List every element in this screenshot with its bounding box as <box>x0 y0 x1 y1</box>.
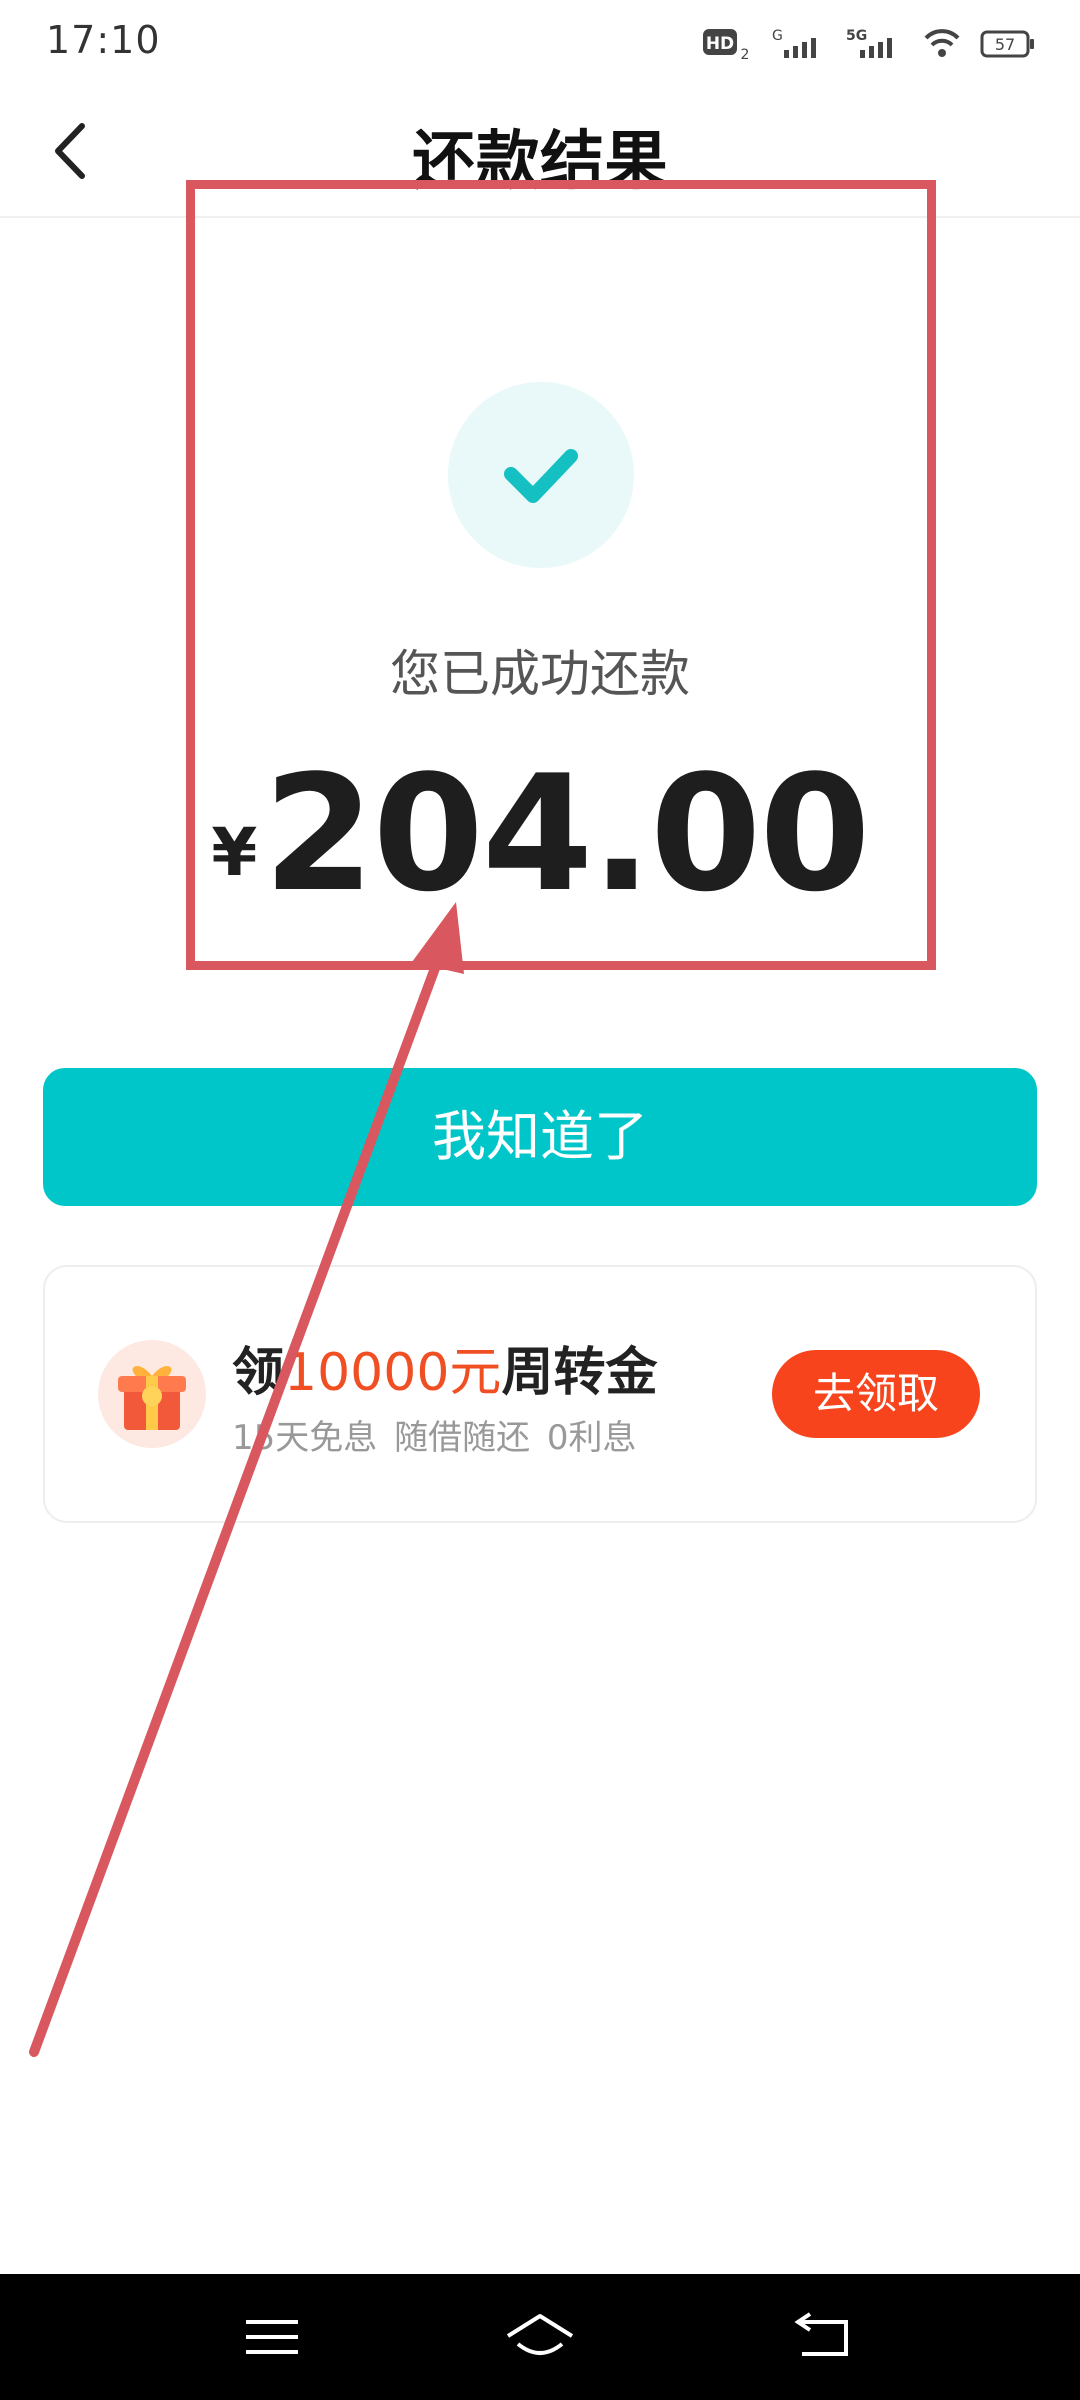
fiveg-label: 5G <box>846 28 867 44</box>
status-icons: HD 2 G 5G 57 <box>702 24 1036 64</box>
signal-icon: G <box>772 28 816 58</box>
battery-level: 57 <box>995 35 1015 54</box>
annotation-box <box>186 180 936 970</box>
menu-icon[interactable] <box>232 2302 312 2372</box>
back-icon[interactable] <box>784 2302 864 2372</box>
home-icon[interactable] <box>500 2302 580 2372</box>
hd-label: HD <box>706 34 734 54</box>
promo-title-suffix: 周转金 <box>501 1343 658 1403</box>
g-label: G <box>772 28 783 44</box>
battery-icon: 57 <box>980 30 1034 58</box>
confirm-button[interactable]: 我知道了 <box>43 1068 1037 1206</box>
5g-signal-icon: 5G <box>846 28 892 58</box>
claim-button[interactable]: 去领取 <box>772 1350 980 1438</box>
wifi-icon <box>924 29 960 57</box>
status-time: 17:10 <box>46 18 161 62</box>
hd-icon: HD 2 <box>703 29 750 62</box>
hd-sub-label: 2 <box>741 47 750 62</box>
promo-title-prefix: 领 <box>232 1343 285 1403</box>
gift-icon <box>98 1340 206 1448</box>
promo-title-highlight: 10000元 <box>284 1343 502 1403</box>
promo-title: 领10000元周转金 <box>232 1330 657 1405</box>
promo-subtitle: 15天免息 随借随还 0利息 <box>232 1418 637 1458</box>
